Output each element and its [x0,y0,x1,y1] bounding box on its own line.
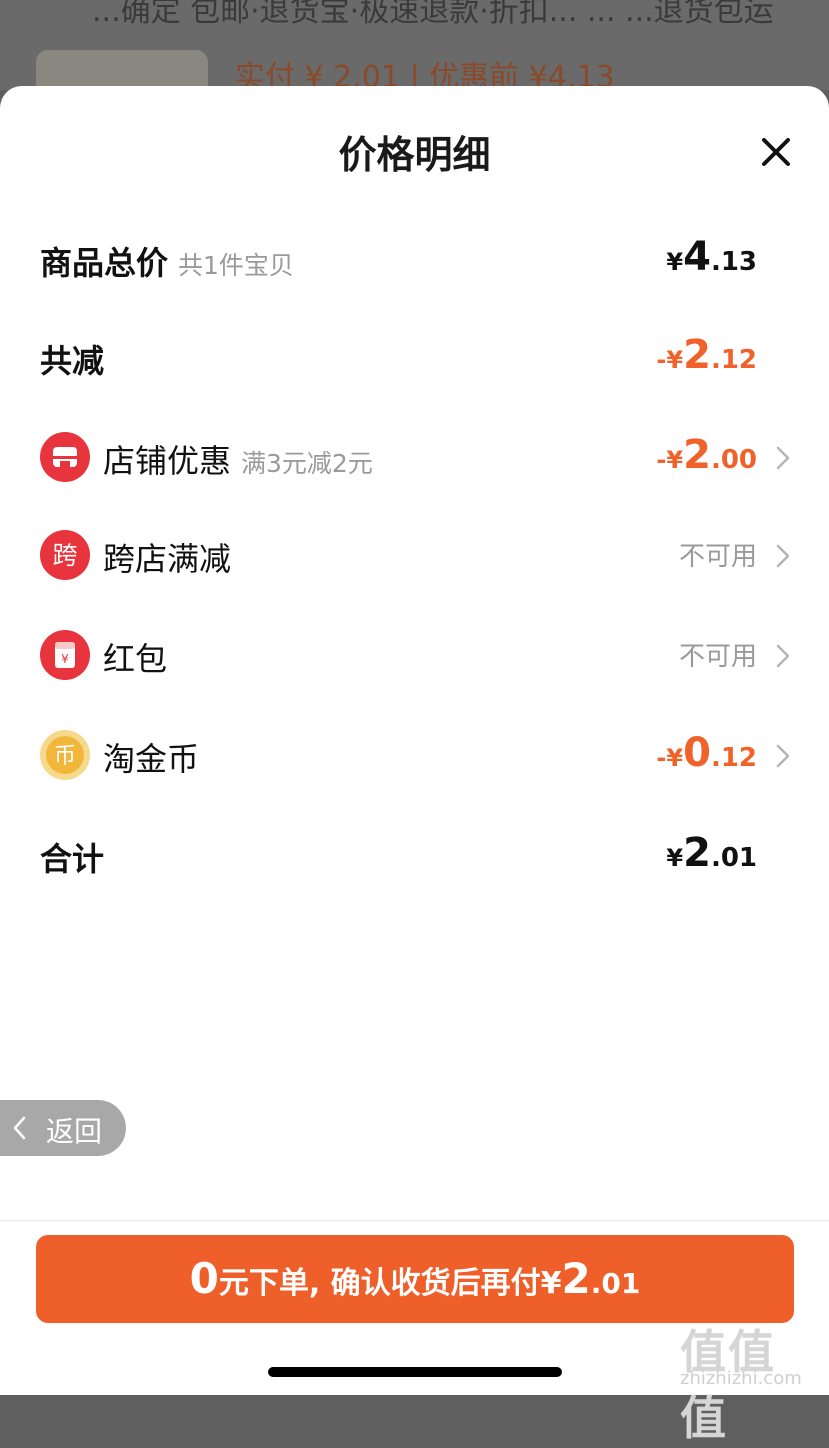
red-packet-label: 红包 [103,640,168,678]
back-button-label: 返回 [46,1115,103,1148]
svg-text:币: 币 [54,744,76,769]
total-amount: ¥2.01 [666,830,757,876]
chevron-left-icon [13,1116,26,1140]
home-indicator [268,1367,562,1377]
footer-divider [0,1220,829,1221]
store-coupon-amount: -¥2.00 [656,432,757,478]
subtotal-row: 商品总价 共1件宝贝 ¥4.13 [0,230,829,290]
chevron-right-icon [776,544,790,568]
svg-text:跨: 跨 [52,541,77,570]
pay-later-order-button[interactable]: 0元下单, 确认收货后再付¥2.01 [36,1235,794,1323]
store-icon [40,432,90,482]
store-coupon-row[interactable]: 店铺优惠 满3元减2元 -¥2.00 [0,428,829,488]
background-page: ...确定 包邮·退货宝·极速退款·折扣... ... ...退货包运 实付 ¥… [0,0,829,100]
total-row: 合计 ¥2.01 [0,826,829,886]
cross-store-status: 不可用 [678,542,757,572]
discount-total-label: 共减 [40,342,105,380]
red-packet-icon: ¥ [40,630,90,680]
pay-button-dec: .01 [590,1267,641,1300]
price-detail-sheet: 价格明细 商品总价 共1件宝贝 ¥4.13 共减 -¥2.12 店铺优惠 满3元减2… [0,86,829,1445]
svg-text:¥: ¥ [61,652,69,666]
cross-store-row[interactable]: 跨 跨店满减 不可用 [0,526,829,586]
sheet-title: 价格明细 [338,133,491,177]
pay-button-zero: 0 [189,1254,219,1303]
pay-button-text: 元下单, 确认收货后再付 [218,1266,541,1301]
total-label: 合计 [40,840,105,878]
subtotal-count: 共1件宝贝 [178,251,294,280]
watermark-logo: 值值值 zhizhizhi.com [680,1325,802,1445]
discount-total-row: 共减 -¥2.12 [0,328,829,388]
taojinbi-amount: -¥0.12 [656,730,757,776]
subtotal-amount: ¥4.13 [666,234,757,280]
pay-button-int: 2 [561,1254,591,1303]
background-top-text: ...确定 包邮·退货宝·极速退款·折扣... ... ...退货包运 [92,0,774,29]
back-button[interactable]: 返回 [0,1100,126,1156]
discount-total-amount: -¥2.12 [656,332,757,378]
taojinbi-row[interactable]: 币 淘金币 -¥0.12 [0,726,829,786]
red-packet-row[interactable]: ¥ 红包 不可用 [0,626,829,686]
chevron-right-icon [776,644,790,668]
chevron-right-icon [776,446,790,470]
red-packet-status: 不可用 [678,642,757,672]
chevron-right-icon [776,744,790,768]
pay-button-currency: ¥ [540,1266,562,1301]
taojinbi-label: 淘金币 [103,740,200,778]
store-coupon-label: 店铺优惠 满3元减2元 [103,442,373,480]
cross-store-label: 跨店满减 [103,540,232,578]
subtotal-label: 商品总价 共1件宝贝 [40,244,294,282]
cross-store-icon: 跨 [40,530,90,580]
gold-coin-icon: 币 [40,730,90,780]
store-coupon-rule: 满3元减2元 [241,449,373,478]
close-icon[interactable] [756,132,796,172]
